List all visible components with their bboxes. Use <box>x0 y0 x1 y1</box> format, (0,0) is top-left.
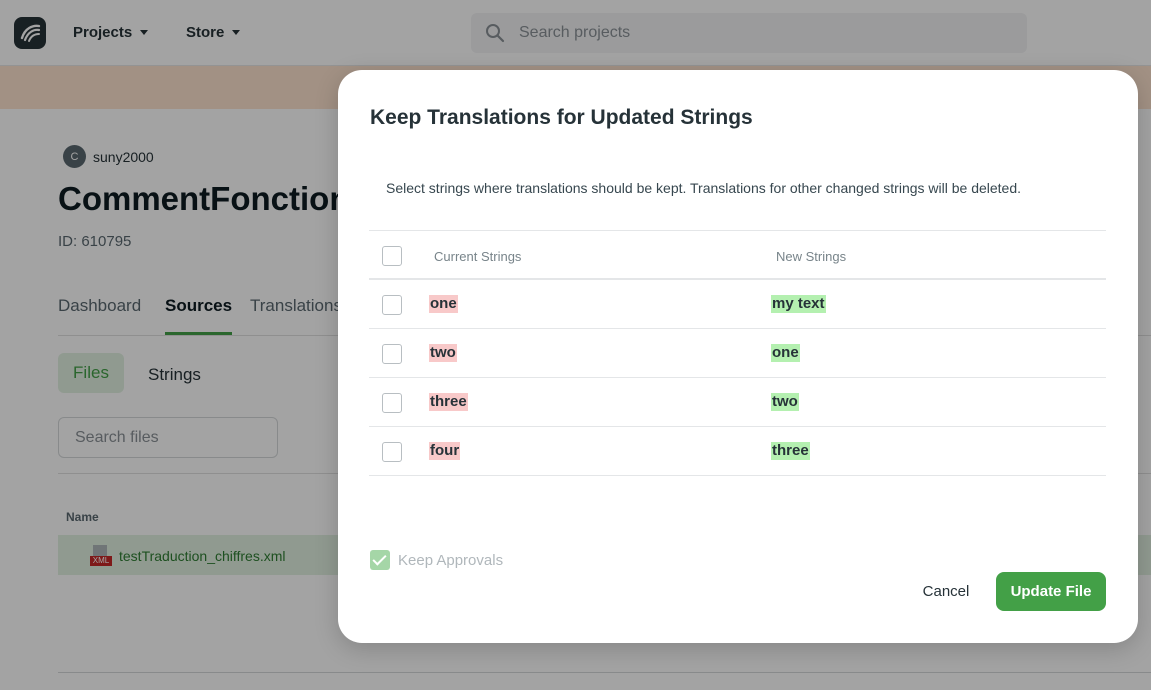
dialog-description: Select strings where translations should… <box>386 180 1022 196</box>
new-string: two <box>771 393 799 411</box>
current-string: two <box>429 344 457 362</box>
row-checkbox[interactable] <box>382 344 402 364</box>
table-header-row: Current Strings New Strings <box>369 230 1106 280</box>
current-string: three <box>429 393 468 411</box>
new-string: one <box>771 344 800 362</box>
keep-approvals-label: Keep Approvals <box>398 551 504 569</box>
keep-translations-dialog: Keep Translations for Updated Strings Se… <box>338 70 1138 643</box>
row-checkbox[interactable] <box>382 393 402 413</box>
cancel-button[interactable]: Cancel <box>909 572 983 610</box>
column-header-new: New Strings <box>776 249 847 264</box>
current-string: one <box>429 295 458 313</box>
dialog-title: Keep Translations for Updated Strings <box>370 106 753 129</box>
update-file-button[interactable]: Update File <box>996 572 1106 611</box>
checkmark-icon <box>370 550 390 570</box>
current-string: four <box>429 442 461 460</box>
table-row: three two <box>369 378 1106 427</box>
keep-approvals-checkbox[interactable]: Keep Approvals <box>370 550 503 570</box>
row-checkbox[interactable] <box>382 295 402 315</box>
new-string: three <box>771 442 810 460</box>
select-all-checkbox[interactable] <box>382 246 402 266</box>
strings-table: Current Strings New Strings one my text … <box>369 230 1106 476</box>
new-string: my text <box>771 295 826 313</box>
table-row: two one <box>369 329 1106 378</box>
table-row: one my text <box>369 280 1106 329</box>
column-header-current: Current Strings <box>434 249 522 264</box>
table-row: four three <box>369 427 1106 476</box>
row-checkbox[interactable] <box>382 442 402 462</box>
